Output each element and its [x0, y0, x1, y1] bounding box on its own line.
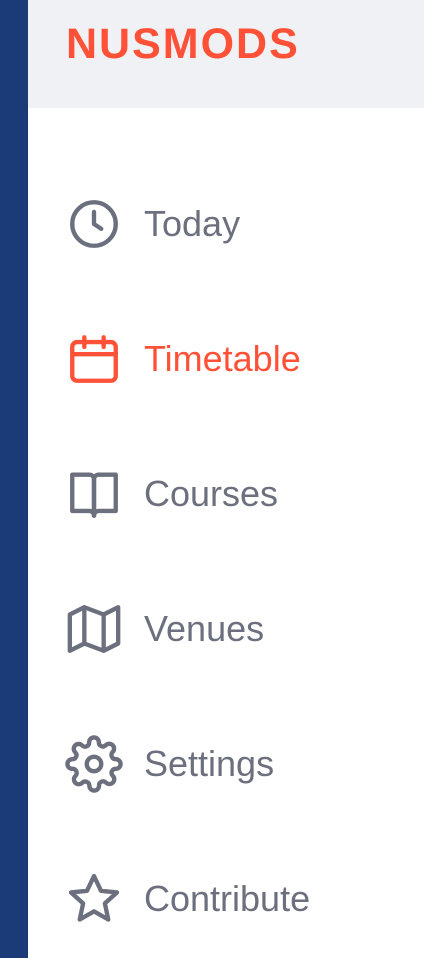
app-header: NUSMODS: [28, 0, 424, 108]
sidebar-item-venues[interactable]: Venues: [64, 599, 264, 659]
sidebar-item-label: Contribute: [144, 878, 311, 919]
sidebar-item-label: Today: [144, 203, 241, 244]
sidebar-item-label: Venues: [144, 608, 265, 649]
map-icon: [64, 599, 124, 659]
sidebar-item-label: Timetable: [144, 338, 301, 379]
star-icon: [64, 869, 124, 929]
sidebar-item-timetable[interactable]: Timetable: [64, 329, 301, 389]
book-icon: [64, 464, 124, 524]
sidebar-item-settings[interactable]: Settings: [64, 734, 274, 794]
gear-icon: [64, 734, 124, 794]
sidebar-item-label: Courses: [144, 473, 279, 514]
nusmods-logo[interactable]: NUSMODS: [66, 16, 300, 72]
app-window: NUSMODS Today Timetable Courses Venues S…: [28, 0, 424, 958]
sidebar-item-label: Settings: [144, 743, 275, 784]
clock-icon: [64, 194, 124, 254]
sidebar-item-contribute[interactable]: Contribute: [64, 869, 310, 929]
calendar-icon: [64, 329, 124, 389]
sidebar-item-courses[interactable]: Courses: [64, 464, 278, 524]
sidebar-item-today[interactable]: Today: [64, 194, 240, 254]
